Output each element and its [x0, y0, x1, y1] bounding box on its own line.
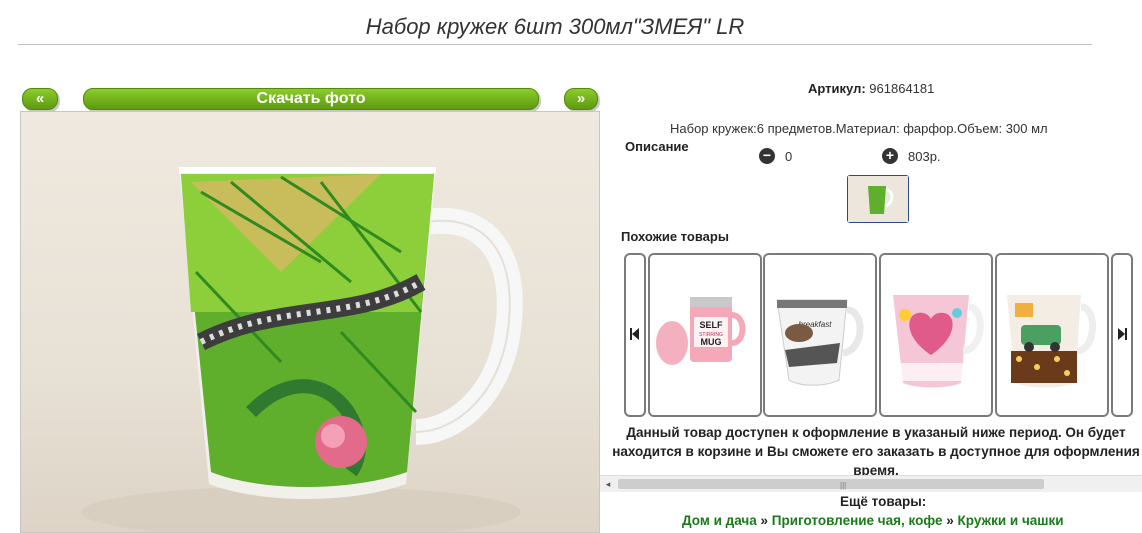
scrollbar-thumb[interactable]: |||	[618, 479, 1044, 490]
quantity-control: − 0	[759, 148, 792, 164]
skip-back-icon	[630, 328, 639, 340]
price-value: 803р.	[908, 148, 941, 164]
breakfast-mug-image: breakfast	[765, 255, 875, 415]
crumb-mugs-cups[interactable]: Кружки и чашки	[958, 513, 1064, 528]
similar-item-pink-heart-mug[interactable]	[879, 253, 993, 417]
quantity-value: 0	[785, 148, 793, 164]
crumb-tea-coffee[interactable]: Приготовление чая, кофе	[772, 513, 943, 528]
mug-text-mug: MUG	[701, 337, 722, 347]
product-photo[interactable]	[20, 111, 600, 533]
description-label: Описание	[625, 139, 689, 154]
photo-next-button[interactable]: »	[564, 88, 598, 110]
similar-item-retro-car-mug[interactable]	[995, 253, 1109, 417]
product-info-panel: Артикул: 961864181 Набор кружек:6 предме…	[600, 0, 1142, 528]
similar-item-breakfast-mug[interactable]: breakfast	[763, 253, 877, 417]
crumb-separator: »	[760, 513, 769, 528]
scroll-left-icon[interactable]: ◂	[600, 476, 616, 492]
availability-notice: Данный товар доступен к оформление в ука…	[612, 425, 1140, 475]
horizontal-scrollbar[interactable]: ◂ |||	[600, 475, 1142, 492]
skip-forward-icon	[1118, 328, 1127, 340]
retro-car-mug-image	[997, 255, 1107, 415]
add-to-cart-control: + 803р.	[882, 148, 941, 164]
article-label: Артикул:	[808, 81, 866, 96]
carousel-prev-button[interactable]	[624, 253, 646, 417]
grip-icon: |||	[840, 481, 847, 490]
self-stirring-mug-image: SELF STIRRING MUG	[650, 255, 760, 415]
similar-products-label: Похожие товары	[621, 229, 729, 244]
carousel-next-button[interactable]	[1111, 253, 1133, 417]
crumb-separator: »	[946, 513, 954, 528]
category-breadcrumb: Дом и дача » Приготовление чая, кофе » К…	[682, 513, 1064, 528]
minus-icon[interactable]: −	[759, 148, 775, 164]
selected-photo-thumbnail[interactable]	[847, 175, 909, 223]
similar-item-self-stirring-mug[interactable]: SELF STIRRING MUG	[648, 253, 762, 417]
download-photo-button[interactable]: Скачать фото	[83, 88, 539, 110]
photo-prev-button[interactable]: «	[22, 88, 58, 110]
plus-icon[interactable]: +	[882, 148, 898, 164]
article-value: 961864181	[869, 81, 935, 96]
description-text: Набор кружек:6 предметов.Материал: фарфо…	[670, 121, 1048, 136]
crumb-home-garden[interactable]: Дом и дача	[682, 513, 757, 528]
more-products-label: Ещё товары:	[840, 494, 927, 509]
mug-snake-illustration	[81, 167, 523, 532]
mug-text-self: SELF	[699, 320, 723, 330]
article-number: Артикул: 961864181	[808, 81, 934, 96]
pink-heart-mug-image	[881, 255, 991, 415]
mug-thumbnail-icon	[848, 176, 908, 222]
